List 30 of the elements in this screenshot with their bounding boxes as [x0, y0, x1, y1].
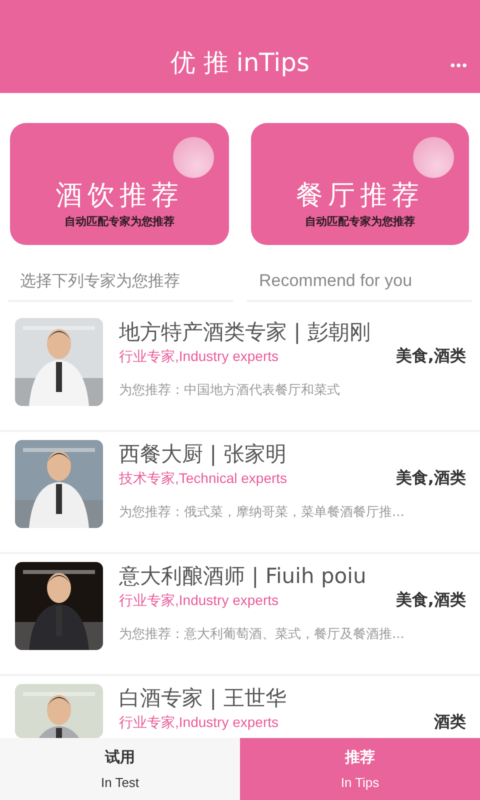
circle-icon — [413, 137, 454, 178]
expert-tags: 酒类 — [434, 712, 466, 733]
expert-role: 技术专家,Technical experts — [119, 470, 288, 488]
card-title: 酒饮推荐 — [55, 180, 184, 212]
expert-role: 行业专家,Industry experts — [119, 592, 278, 610]
expert-row[interactable]: 地方特产酒类专家 | 彭朝刚 行业专家,Industry experts 美食,酒类 为您推荐：中国地方酒代表餐厅和菜式 — [0, 310, 480, 432]
section-heading: Recommend for you — [247, 267, 472, 302]
expert-name: 白酒专家 | 王世华 — [119, 685, 288, 712]
expert-tags: 美食,酒类 — [396, 590, 466, 611]
expert-name: 意大利酿酒师 | Fiuih poiu — [119, 563, 368, 590]
expert-row[interactable]: 西餐大厨 | 张家明 技术专家,Technical experts 美食,酒类 为您推荐：俄式菜，摩纳哥菜，菜单餐酒餐厅推... — [0, 432, 480, 554]
card-subtitle: 自动匹配专家为您推荐 — [64, 214, 174, 229]
circle-icon — [172, 137, 214, 178]
recommendation-text: 为您推荐：中国地方酒代表餐厅和菜式 — [119, 382, 341, 399]
section-heading: 选择下列专家为您推荐 — [8, 267, 233, 302]
expert-role: 行业专家,Industry experts — [119, 714, 278, 732]
recommend-card[interactable]: 酒饮推荐 自动匹配专家为您推荐 — [10, 123, 228, 245]
expert-tags: 美食,酒类 — [396, 468, 466, 489]
expert-name: 地方特产酒类专家 | 彭朝刚 — [119, 319, 372, 346]
bottom-tab[interactable]: 试用 In Test — [0, 738, 240, 800]
expert-tags: 美食,酒类 — [396, 346, 466, 367]
card-title: 餐厅推荐 — [296, 180, 424, 212]
recommendation-text: 为您推荐：意大利葡萄酒、菜式，餐厅及餐酒推... — [119, 626, 406, 643]
expert-role: 行业专家,Industry experts — [119, 348, 278, 366]
expert-row[interactable]: 意大利酿酒师 | Fiuih poiu 行业专家,Industry experts 美食,酒类 为您推荐：意大利葡萄酒、菜式，餐厅及餐酒推... — [0, 554, 480, 676]
recommend-card[interactable]: 餐厅推荐 自动匹配专家为您推荐 — [250, 123, 469, 245]
expert-name: 西餐大厨 | 张家明 — [119, 441, 288, 468]
app-title: 优 推 inTips — [170, 47, 310, 79]
recommendation-text: 为您推荐：俄式菜，摩纳哥菜，菜单餐酒餐厅推... — [119, 504, 406, 521]
card-subtitle: 自动匹配专家为您推荐 — [304, 214, 415, 229]
